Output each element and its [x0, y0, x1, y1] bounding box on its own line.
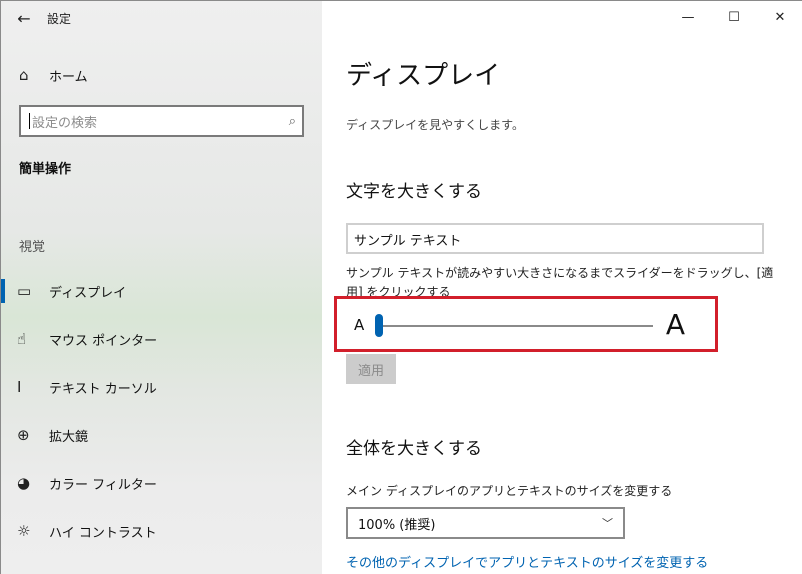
close-icon: ✕ — [774, 9, 786, 25]
text-size-slider-track[interactable] — [377, 325, 653, 327]
text-cursor-icon: I — [17, 378, 22, 396]
search-input[interactable]: 設定の検索 ⌕ — [19, 105, 304, 137]
sidebar-item-label: テキスト カーソル — [49, 381, 157, 397]
sidebar-item-label: マウス ポインター — [49, 333, 158, 349]
palette-icon: ◕ — [17, 474, 31, 492]
display-icon: ▭ — [17, 282, 32, 300]
chevron-down-icon: ﹀ — [602, 517, 613, 530]
search-icon[interactable]: ⌕ — [289, 114, 296, 129]
text-size-slider-highlight: A A — [334, 296, 718, 352]
category-heading: 簡単操作 — [19, 162, 72, 177]
sidebar-item-label: 拡大鏡 — [49, 429, 89, 445]
sidebar-item-display[interactable]: ▭ ディスプレイ — [1, 267, 322, 315]
scale-dropdown[interactable]: 100% (推奨) ﹀ — [346, 507, 625, 539]
sidebar-item-color-filter[interactable]: ◕ カラー フィルター — [1, 459, 322, 507]
sidebar-item-high-contrast[interactable]: ☼ ハイ コントラスト — [1, 507, 322, 555]
sidebar-item-label: ハイ コントラスト — [49, 525, 157, 541]
text-caret — [29, 113, 30, 129]
minimize-icon: — — [681, 9, 695, 25]
sun-icon: ☼ — [17, 522, 31, 540]
scale-dropdown-label: メイン ディスプレイのアプリとテキストのサイズを変更する — [346, 484, 673, 498]
minimize-button[interactable]: — — [665, 1, 711, 33]
slider-min-label: A — [354, 316, 365, 334]
sidebar-item-home[interactable]: ⌂ ホーム — [1, 59, 322, 91]
close-button[interactable]: ✕ — [757, 1, 802, 33]
sidebar-item-label: ディスプレイ — [49, 285, 127, 301]
window-title: 設定 — [47, 11, 72, 26]
slider-instruction: サンプル テキストが読みやすい大きさになるまでスライダーをドラッグし、[適用] … — [346, 266, 774, 298]
window-controls: — ☐ ✕ — [665, 1, 802, 33]
text-size-heading: 文字を大きくする — [346, 182, 482, 202]
sidebar-item-label: ホーム — [49, 69, 88, 85]
magnifier-icon: ⊕ — [17, 426, 30, 444]
maximize-icon: ☐ — [728, 9, 740, 25]
other-displays-link[interactable]: その他のディスプレイでアプリとテキストのサイズを変更する — [346, 552, 708, 571]
sidebar-item-text-cursor[interactable]: I テキスト カーソル — [1, 363, 322, 411]
page-title: ディスプレイ — [346, 61, 501, 91]
main-content: — ☐ ✕ ディスプレイ ディスプレイを見やすくします。 文字を大きくする サン… — [322, 1, 802, 574]
sidebar-item-label: カラー フィルター — [49, 477, 157, 493]
scale-heading: 全体を大きくする — [346, 439, 482, 459]
text-size-slider-thumb[interactable] — [375, 314, 383, 337]
page-description: ディスプレイを見やすくします。 — [346, 118, 524, 132]
home-icon: ⌂ — [19, 66, 29, 84]
group-label-vision: 視覚 — [19, 240, 46, 255]
back-button[interactable]: ← — [1, 1, 47, 35]
sidebar-item-mouse-pointer[interactable]: ☝ マウス ポインター — [1, 315, 322, 363]
sample-text-box: サンプル テキスト — [346, 223, 764, 254]
maximize-button[interactable]: ☐ — [711, 1, 757, 33]
sidebar-nav: ▭ ディスプレイ ☝ マウス ポインター I テキスト カーソル ⊕ 拡大鏡 ◕… — [1, 267, 322, 555]
sidebar-item-magnifier[interactable]: ⊕ 拡大鏡 — [1, 411, 322, 459]
search-placeholder: 設定の検索 — [32, 115, 98, 131]
mouse-pointer-icon: ☝ — [17, 330, 27, 348]
titlebar: ← 設定 — [1, 1, 322, 35]
sidebar: ← 設定 ⌂ ホーム 設定の検索 ⌕ 簡単操作 視覚 ▭ ディスプレイ ☝ マウ… — [1, 1, 322, 574]
slider-max-label: A — [665, 308, 685, 341]
back-arrow-icon: ← — [17, 8, 31, 28]
scale-dropdown-value: 100% (推奨) — [358, 517, 436, 533]
apply-button[interactable]: 適用 — [346, 354, 396, 384]
